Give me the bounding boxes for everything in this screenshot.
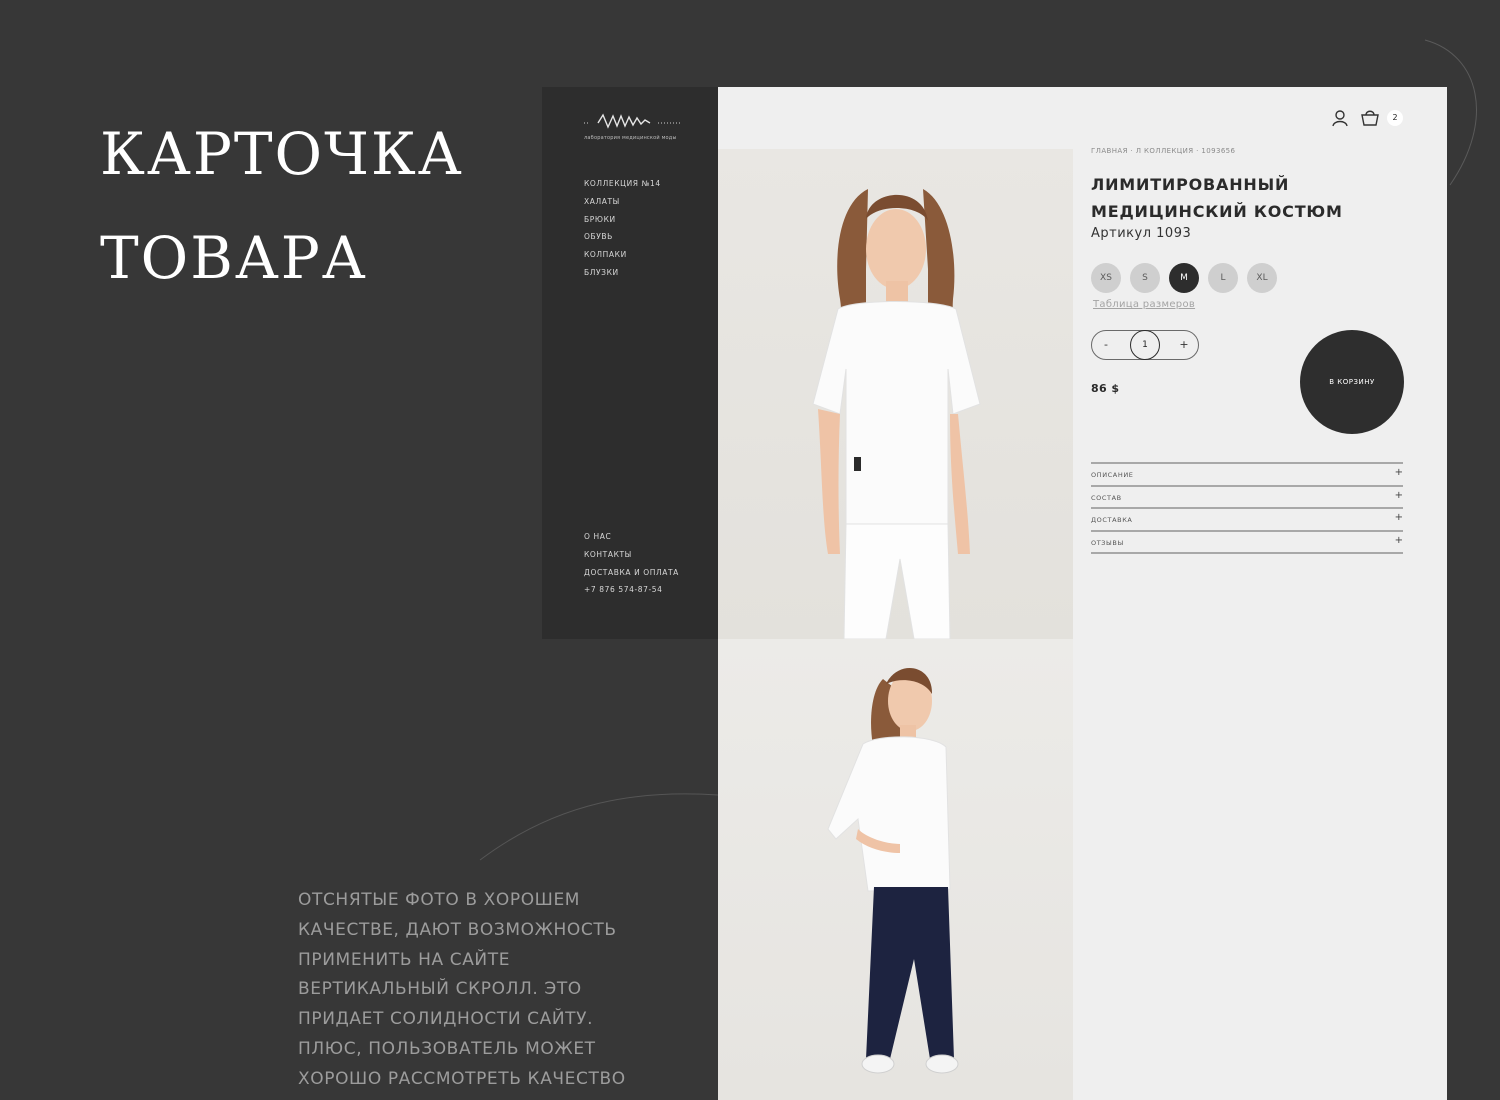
presentation-title-line: ТОВАРА	[100, 224, 368, 292]
description-line: ВЕРТИКАЛЬНЫЙ СКРОЛЛ. ЭТО	[298, 979, 582, 1000]
presentation-title-line: КАРТОЧКА	[100, 120, 464, 188]
accordion-item-description[interactable]: ОПИСАНИЕ +	[1091, 462, 1403, 485]
cart-count-badge: 2	[1387, 110, 1403, 126]
quantity-decrease-button[interactable]: -	[1092, 331, 1120, 358]
model-front-image	[812, 189, 981, 639]
description-line: ПРИМЕНИТЬ НА САЙТЕ	[298, 949, 511, 970]
add-to-cart-button[interactable]: В КОРЗИНУ	[1300, 330, 1404, 434]
logo-subtitle: лаборатория медицинской моды	[584, 135, 677, 141]
product-title-line: ЛИМИТИРОВАННЫЙ	[1091, 175, 1290, 194]
size-option-m[interactable]: M	[1169, 263, 1199, 293]
logo-waveform-icon	[584, 113, 680, 129]
plus-icon: +	[1394, 512, 1403, 523]
description-line: ОТСНЯТЫЕ ФОТО В ХОРОШЕМ	[298, 890, 581, 910]
accordion-label: ОТЗЫВЫ	[1091, 538, 1124, 547]
product-title: ЛИМИТИРОВАННЫЙ МЕДИЦИНСКИЙ КОСТЮМ	[1091, 171, 1343, 225]
accordion-item-composition[interactable]: СОСТАВ +	[1091, 484, 1403, 508]
product-page: 2 ГЛАВНАЯ · Л КОЛЛЕКЦИЯ · 1093656 ЛИМИТИ…	[718, 87, 1447, 1100]
accordion-label: СОСТАВ	[1091, 493, 1122, 502]
site-sidebar: лаборатория медицинской моды КОЛЛЕКЦИЯ №…	[542, 87, 718, 639]
plus-icon: +	[1394, 489, 1403, 501]
description-line: ХОРОШО РАССМОТРЕТЬ КАЧЕСТВО	[298, 1068, 626, 1089]
nav-item-blouses[interactable]: БЛУЗКИ	[584, 264, 661, 282]
size-option-l[interactable]: L	[1208, 263, 1238, 293]
description-line: ПЛЮС, ПОЛЬЗОВАТЕЛЬ МОЖЕТ	[298, 1038, 596, 1059]
nav-item-robes[interactable]: ХАЛАТЫ	[584, 193, 661, 211]
size-table-link[interactable]: Таблица размеров	[1093, 299, 1195, 310]
model-side-image	[827, 667, 959, 1074]
breadcrumb[interactable]: ГЛАВНАЯ · Л КОЛЛЕКЦИЯ · 1093656	[1091, 147, 1235, 155]
sidebar-nav: КОЛЛЕКЦИЯ №14 ХАЛАТЫ БРЮКИ ОБУВЬ КОЛПАКИ…	[584, 175, 661, 282]
accordion-item-reviews[interactable]: ОТЗЫВЫ +	[1091, 529, 1403, 554]
quantity-stepper: - +	[1091, 330, 1199, 360]
product-info-accordion: ОПИСАНИЕ + СОСТАВ + ДОСТАВКА + ОТЗЫВЫ +	[1091, 462, 1403, 554]
description-line: ПРИДАЕТ СОЛИДНОСТИ САЙТУ.	[298, 1009, 594, 1030]
nav-item-delivery[interactable]: ДОСТАВКА И ОПЛАТА	[584, 564, 679, 582]
description-line: КАЧЕСТВЕ, ДАЮТ ВОЗМОЖНОСТЬ	[298, 919, 617, 940]
cart-icon[interactable]	[1359, 107, 1381, 129]
nav-item-caps[interactable]: КОЛПАКИ	[584, 246, 661, 264]
accordion-label: ОПИСАНИЕ	[1091, 471, 1134, 479]
size-option-xl[interactable]: XL	[1247, 263, 1277, 293]
product-title-line: МЕДИЦИНСКИЙ КОСТЮМ	[1091, 202, 1343, 221]
header-actions: 2	[1329, 107, 1409, 129]
product-photo-front[interactable]	[718, 149, 1073, 639]
presentation-description: ОТСНЯТЫЕ ФОТО В ХОРОШЕМ КАЧЕСТВЕ, ДАЮТ В…	[298, 886, 658, 1095]
product-article: Артикул 1093	[1091, 226, 1192, 241]
accordion-item-delivery[interactable]: ДОСТАВКА +	[1091, 507, 1403, 530]
plus-icon: +	[1394, 534, 1403, 546]
nav-item-pants[interactable]: БРЮКИ	[584, 211, 661, 229]
quantity-input[interactable]	[1130, 330, 1160, 360]
quantity-increase-button[interactable]: +	[1170, 331, 1198, 358]
product-price: 86 $	[1091, 382, 1120, 395]
presentation-title: КАРТОЧКА ТОВАРА	[100, 102, 464, 310]
size-option-s[interactable]: S	[1130, 263, 1160, 293]
nav-item-about[interactable]: О НАС	[584, 528, 679, 546]
logo[interactable]: лаборатория медицинской моды	[584, 111, 680, 145]
nav-item-collection[interactable]: КОЛЛЕКЦИЯ №14	[584, 175, 661, 193]
nav-item-shoes[interactable]: ОБУВЬ	[584, 228, 661, 246]
nav-item-contacts[interactable]: КОНТАКТЫ	[584, 546, 679, 564]
sidebar-footer-nav: О НАС КОНТАКТЫ ДОСТАВКА И ОПЛАТА +7 876 …	[584, 528, 679, 599]
plus-icon: +	[1394, 467, 1403, 478]
product-photo-side[interactable]	[718, 639, 1073, 1100]
user-icon[interactable]	[1329, 107, 1351, 129]
size-option-xs[interactable]: XS	[1091, 263, 1121, 293]
accordion-label: ДОСТАВКА	[1091, 516, 1133, 524]
nav-item-phone[interactable]: +7 876 574-87-54	[584, 581, 679, 599]
